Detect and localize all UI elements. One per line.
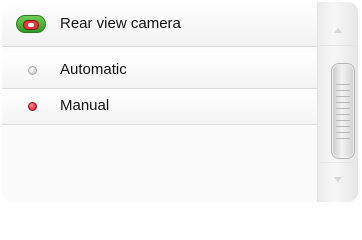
settings-panel: Rear view camera Automatic Manual [2, 2, 358, 202]
option-label: Automatic [60, 61, 127, 78]
scrollbar[interactable] [317, 2, 358, 202]
option-label: Manual [60, 97, 110, 114]
camera-body [23, 20, 39, 30]
scroll-down-button[interactable] [318, 162, 358, 202]
camera-lens [28, 23, 34, 27]
chevron-down-icon [334, 177, 342, 182]
scroll-up-button[interactable] [318, 2, 358, 46]
grip-line [336, 96, 350, 97]
grip-line [336, 120, 350, 121]
scrollbar-thumb[interactable] [331, 63, 355, 159]
grip-line [336, 102, 350, 103]
grip-line [336, 84, 350, 85]
option-manual[interactable]: Manual [2, 89, 317, 125]
menu-title: Rear view camera [60, 15, 181, 32]
radio-selected-icon [28, 102, 37, 111]
menu-title-row: Rear view camera [2, 2, 317, 47]
grip-line [336, 126, 350, 127]
grip-line [336, 138, 350, 139]
chevron-up-icon [334, 28, 342, 33]
menu-list: Rear view camera Automatic Manual [2, 2, 317, 202]
grip-line [336, 132, 350, 133]
rear-camera-icon [16, 15, 46, 33]
radio-unselected-icon [28, 66, 37, 75]
grip-line [336, 114, 350, 115]
option-automatic[interactable]: Automatic [2, 53, 317, 89]
grip-line [336, 90, 350, 91]
grip-line [336, 108, 350, 109]
